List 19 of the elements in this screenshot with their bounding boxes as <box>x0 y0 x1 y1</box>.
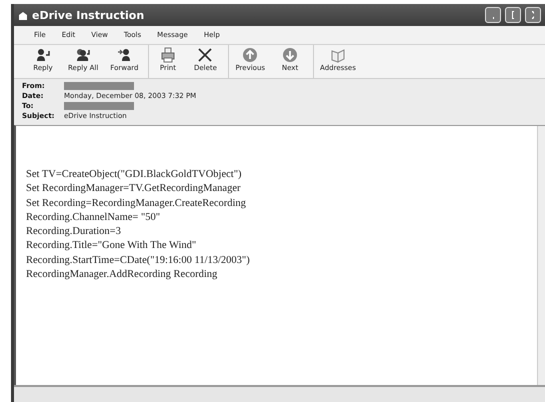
code-line: Recording.ChannelName= "50" <box>26 210 162 225</box>
code-line: Set TV=CreateObject("GDI.BlackGoldTVObject") <box>26 168 242 182</box>
code-line: Recording.StartTime=CDate("19:16:00 11/13/2003") <box>26 254 251 268</box>
maximize-button[interactable] <box>505 7 521 23</box>
scrollbar[interactable] <box>537 126 545 385</box>
code-line: RecordingManager.AddRecording Recording <box>26 268 218 282</box>
code-line: Set RecordingManager=TV.GetRecordingManager <box>26 182 242 196</box>
people-arrow-icon <box>75 47 92 63</box>
minimize-button[interactable] <box>485 7 501 23</box>
person-arrow-icon <box>35 47 51 63</box>
redaction-bar <box>64 82 134 90</box>
code-line: Recording.Duration=3 <box>26 225 122 240</box>
redaction-bar <box>64 102 134 110</box>
close-button[interactable] <box>525 7 541 23</box>
person-arrow-icon <box>116 47 132 63</box>
window-title: eDrive Instruction <box>32 8 146 22</box>
close-x-icon <box>197 47 214 63</box>
code-line: Recording.Title="Gone With The Wind" <box>26 239 198 254</box>
code-line: Set Recording=RecordingManager.CreateRecording <box>26 196 247 211</box>
